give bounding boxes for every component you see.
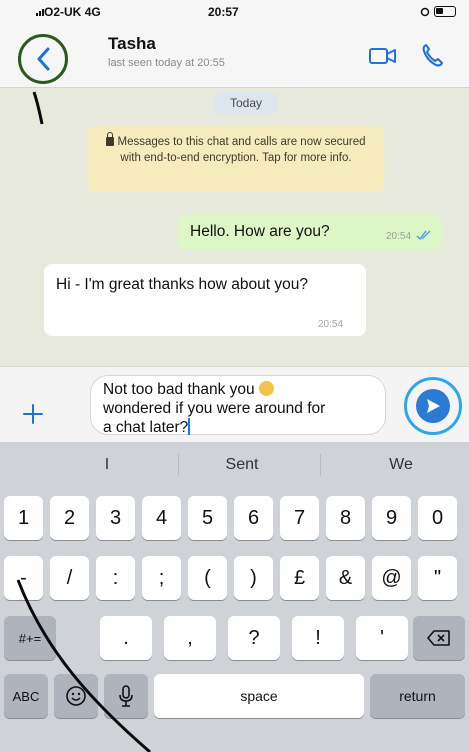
key-at[interactable]: @	[372, 556, 411, 600]
key-slash[interactable]: /	[50, 556, 89, 600]
key-9[interactable]: 9	[372, 496, 411, 540]
outgoing-message[interactable]: Hello. How are you? 20:54	[178, 214, 442, 250]
plus-icon[interactable]	[22, 403, 44, 425]
key-7[interactable]: 7	[280, 496, 319, 540]
chat-header: Tasha last seen today at 20:55	[0, 24, 469, 88]
send-button[interactable]	[404, 377, 462, 435]
key-5[interactable]: 5	[188, 496, 227, 540]
message-area[interactable]: Today Messages to this chat and calls ar…	[0, 88, 469, 366]
date-label: Today	[214, 92, 279, 114]
read-ticks-icon	[416, 230, 431, 241]
location-icon	[420, 7, 430, 16]
key-6[interactable]: 6	[234, 496, 273, 540]
whatsapp-chat-screen: O2-UK 4G 20:57 Tasha last seen today at …	[0, 0, 469, 752]
send-arrow-icon	[427, 399, 440, 413]
encryption-notice[interactable]: Messages to this chat and calls are now …	[88, 126, 384, 192]
key-0[interactable]: 0	[418, 496, 457, 540]
emoji-key[interactable]	[54, 674, 98, 718]
suggestion-bar: I Sent We	[0, 442, 469, 490]
message-time: 20:54	[386, 231, 412, 242]
emoji-face-icon	[66, 686, 86, 706]
lock-icon	[106, 132, 115, 146]
key-symbols[interactable]: #+=	[4, 616, 56, 660]
key-close-paren[interactable]: )	[234, 556, 273, 600]
key-2[interactable]: 2	[50, 496, 89, 540]
suggestion-item[interactable]: We	[351, 456, 451, 474]
message-input[interactable]: Not too bad thank you wondered if you we…	[90, 375, 386, 436]
suggestion-item[interactable]: I	[57, 456, 157, 474]
chevron-left-icon	[37, 47, 50, 71]
key-quote[interactable]: "	[418, 556, 457, 600]
status-bar: O2-UK 4G 20:57	[0, 0, 469, 24]
incoming-message[interactable]: Hi - I'm great thanks how about you? 20:…	[44, 264, 366, 336]
key-semicolon[interactable]: ;	[142, 556, 181, 600]
compose-bar: Not too bad thank you wondered if you we…	[0, 366, 469, 442]
backspace-key[interactable]	[413, 616, 465, 660]
key-apostrophe[interactable]: '	[356, 616, 408, 660]
dictation-key[interactable]	[104, 674, 148, 718]
key-exclamation[interactable]: !	[292, 616, 344, 660]
message-text: Hello. How are you?	[190, 223, 330, 240]
text-caret	[188, 418, 191, 435]
message-text: Hi - I'm great thanks how about you?	[56, 276, 308, 293]
key-abc[interactable]: ABC	[4, 674, 48, 718]
carrier-label: O2-UK 4G	[44, 5, 101, 19]
message-time: 20:54	[318, 319, 344, 330]
key-colon[interactable]: :	[96, 556, 135, 600]
key-pound[interactable]: £	[280, 556, 319, 600]
key-question[interactable]: ?	[228, 616, 280, 660]
key-period[interactable]: .	[100, 616, 152, 660]
key-1[interactable]: 1	[4, 496, 43, 540]
back-button[interactable]	[18, 34, 68, 84]
key-4[interactable]: 4	[142, 496, 181, 540]
key-3[interactable]: 3	[96, 496, 135, 540]
keyboard: I Sent We 1 2 3 4 5 6 7 8 9 0 - / : ; ( …	[0, 442, 469, 752]
key-8[interactable]: 8	[326, 496, 365, 540]
key-hyphen[interactable]: -	[4, 556, 43, 600]
key-open-paren[interactable]: (	[188, 556, 227, 600]
backspace-icon	[427, 630, 450, 646]
battery-icon	[434, 6, 456, 17]
key-comma[interactable]: ,	[164, 616, 216, 660]
last-seen-status: last seen today at 20:55	[108, 57, 225, 69]
suggestion-item[interactable]: Sent	[192, 456, 292, 474]
contact-name[interactable]: Tasha	[108, 34, 156, 54]
space-key[interactable]: space	[154, 674, 364, 718]
return-key[interactable]: return	[370, 674, 465, 718]
video-call-icon[interactable]	[368, 44, 398, 68]
smiling-emoji-icon	[258, 381, 274, 396]
microphone-icon	[119, 685, 133, 707]
status-time: 20:57	[208, 5, 239, 19]
phone-call-icon[interactable]	[420, 42, 444, 68]
key-ampersand[interactable]: &	[326, 556, 365, 600]
